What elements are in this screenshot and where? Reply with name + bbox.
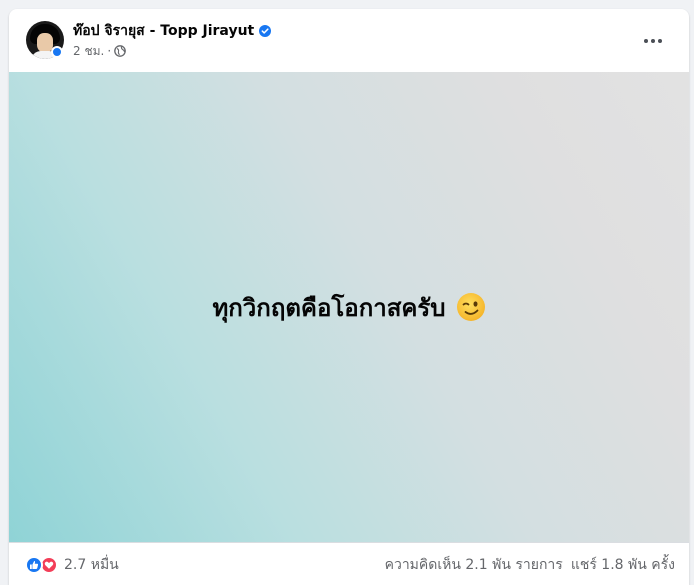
post-timestamp-link[interactable]: 2 ชม. [73, 42, 104, 61]
post-content-background[interactable]: ทุกวิกฤตคือโอกาสครับ [9, 72, 689, 542]
more-options-icon [644, 39, 662, 43]
post-meta: 2 ชม. · [73, 42, 127, 61]
winking-face-emoji [456, 293, 485, 321]
share-count-link[interactable]: แชร์ 1.8 พัน ครั้ง [571, 554, 675, 576]
engagement-stats: ความคิดเห็น 2.1 พัน รายการ แชร์ 1.8 พัน … [385, 555, 675, 575]
post-content: ทุกวิกฤตคือโอกาสครับ [212, 288, 485, 327]
verified-badge-icon [259, 25, 272, 37]
reaction-count: 2.7 หมื่น [64, 557, 119, 573]
author-name-link[interactable]: ท๊อป จิรายุส - Topp Jirayut [73, 20, 254, 42]
comment-count-link[interactable]: ความคิดเห็น 2.1 พัน รายการ [385, 554, 563, 576]
post-card: ท๊อป จิรายุส - Topp Jirayut 2 ชม. · ทุกว… [9, 9, 689, 585]
post-content-text: ทุกวิกฤตคือโอกาสครับ [212, 293, 446, 322]
reactions-summary[interactable]: 2.7 หมื่น [25, 555, 119, 575]
more-options-button[interactable] [635, 23, 671, 59]
post-footer: 2.7 หมื่น ความคิดเห็น 2.1 พัน รายการ แชร… [9, 542, 689, 585]
globe-icon[interactable] [114, 45, 127, 57]
like-reaction-icon [25, 556, 43, 574]
post-header: ท๊อป จิรายุส - Topp Jirayut 2 ชม. · [9, 9, 689, 72]
meta-separator: · [107, 44, 112, 58]
avatar-verified-badge [51, 46, 63, 58]
author-row: ท๊อป จิรายุส - Topp Jirayut [73, 20, 272, 42]
